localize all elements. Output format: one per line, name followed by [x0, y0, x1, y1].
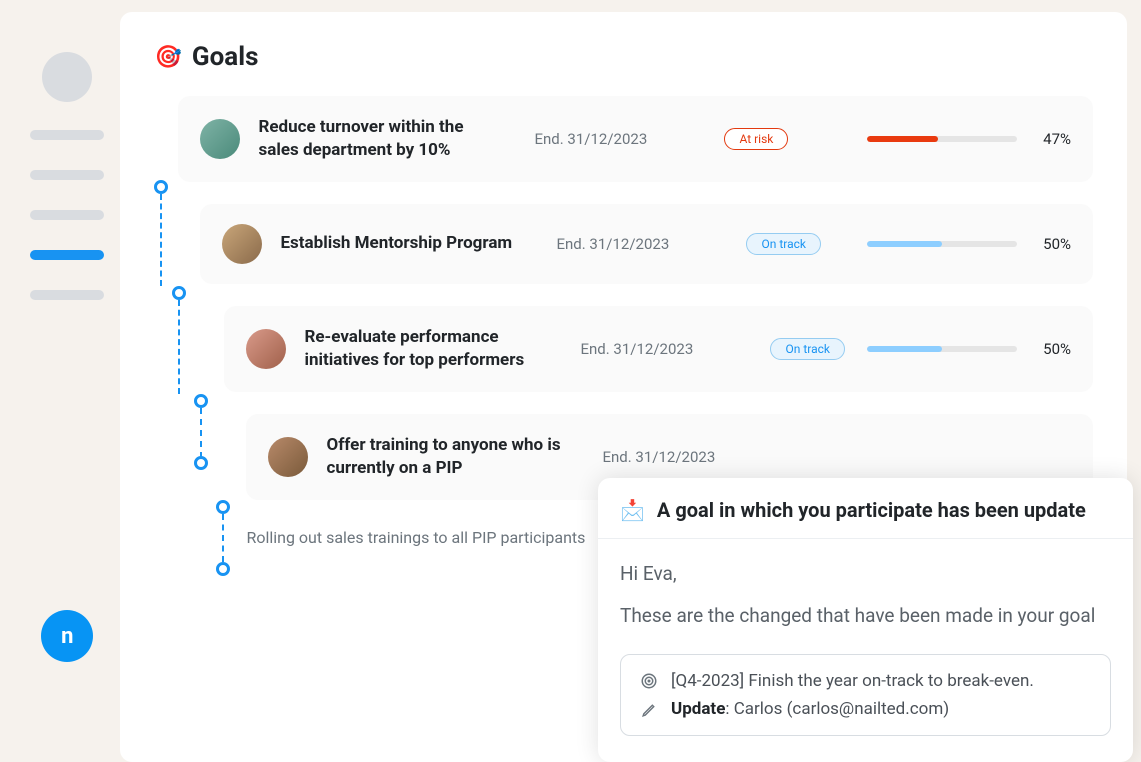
progress-percent: 50%: [1031, 235, 1071, 253]
tree-line: [160, 194, 162, 286]
sidebar-item-2[interactable]: [30, 170, 104, 180]
target-outline-icon: [639, 672, 659, 690]
tree-line: [178, 300, 180, 394]
notification-greeting: Hi Eva,: [620, 559, 1111, 588]
progress-bar: [867, 346, 1017, 352]
tree-line: [222, 514, 224, 562]
owner-avatar: [222, 224, 262, 264]
goal-end-date: End. 31/12/2023: [556, 235, 706, 253]
goal-title: Establish Mentorship Program: [280, 232, 520, 255]
notification-body: Hi Eva, These are the changed that have …: [598, 539, 1133, 640]
sidebar-item-goals[interactable]: [30, 250, 104, 260]
notification-update-row: Update: Carlos (carlos@nailted.com): [639, 699, 1092, 719]
owner-avatar: [268, 437, 308, 477]
sub-goal-label: Rolling out sales trainings to all PIP p…: [246, 528, 585, 547]
goal-end-date: End. 31/12/2023: [580, 340, 730, 358]
goal-end-date: End. 31/12/2023: [534, 130, 684, 148]
user-avatar[interactable]: [42, 52, 92, 102]
notification-popup: 📩 A goal in which you participate has be…: [598, 478, 1133, 762]
goal-title: Offer training to anyone who is currentl…: [326, 434, 566, 480]
notification-title: A goal in which you participate has been…: [657, 498, 1086, 522]
goal-card[interactable]: Establish Mentorship Program End. 31/12/…: [200, 204, 1093, 284]
owner-avatar: [246, 329, 286, 369]
mail-icon: 📩: [620, 498, 645, 522]
logo-letter: n: [61, 624, 73, 649]
pencil-icon: [639, 701, 659, 718]
progress-bar: [867, 241, 1017, 247]
sidebar-item-1[interactable]: [30, 130, 104, 140]
notification-header: 📩 A goal in which you participate has be…: [598, 478, 1133, 539]
update-label: Update: [671, 699, 725, 719]
goal-title: Re-evaluate performance initiatives for …: [304, 326, 544, 372]
goal-end-date: End. 31/12/2023: [602, 448, 752, 466]
tree-node: [216, 500, 230, 514]
goal-title: Reduce turnover within the sales departm…: [258, 116, 498, 162]
tree-line: [200, 408, 202, 458]
notification-message: These are the changed that have been mad…: [620, 601, 1111, 630]
progress: 47%: [810, 130, 1071, 148]
goal-card[interactable]: Reduce turnover within the sales departm…: [178, 96, 1093, 182]
tree-node: [172, 286, 186, 300]
target-icon: 🎯: [154, 45, 181, 70]
notification-goal-row: [Q4-2023] Finish the year on-track to br…: [639, 671, 1092, 691]
tree-node: [154, 180, 168, 194]
tree-node: [194, 394, 208, 408]
logo[interactable]: n: [41, 610, 93, 662]
progress-fill: [867, 241, 942, 247]
progress-percent: 47%: [1031, 130, 1071, 148]
tree-node: [216, 562, 230, 576]
sidebar-item-5[interactable]: [30, 290, 104, 300]
progress-fill: [867, 346, 942, 352]
notification-detail-box: [Q4-2023] Finish the year on-track to br…: [620, 654, 1111, 736]
tree-node: [194, 456, 208, 470]
progress-fill: [867, 136, 938, 142]
update-value: : Carlos (carlos@nailted.com): [725, 699, 949, 719]
page-heading: Goals: [192, 42, 259, 72]
progress: 50%: [843, 235, 1071, 253]
progress: 50%: [867, 340, 1071, 358]
goal-card[interactable]: Re-evaluate performance initiatives for …: [224, 306, 1093, 392]
progress-percent: 50%: [1031, 340, 1071, 358]
notification-goal-text: [Q4-2023] Finish the year on-track to br…: [671, 671, 1034, 691]
page-title: 🎯 Goals: [154, 42, 1093, 72]
status-badge: At risk: [724, 128, 788, 150]
progress-bar: [867, 136, 1017, 142]
sidebar: n: [14, 12, 120, 762]
owner-avatar: [200, 119, 240, 159]
status-badge: On track: [746, 233, 821, 255]
notification-update-text: Update: Carlos (carlos@nailted.com): [671, 699, 949, 719]
sidebar-item-3[interactable]: [30, 210, 104, 220]
status-badge: On track: [770, 338, 845, 360]
